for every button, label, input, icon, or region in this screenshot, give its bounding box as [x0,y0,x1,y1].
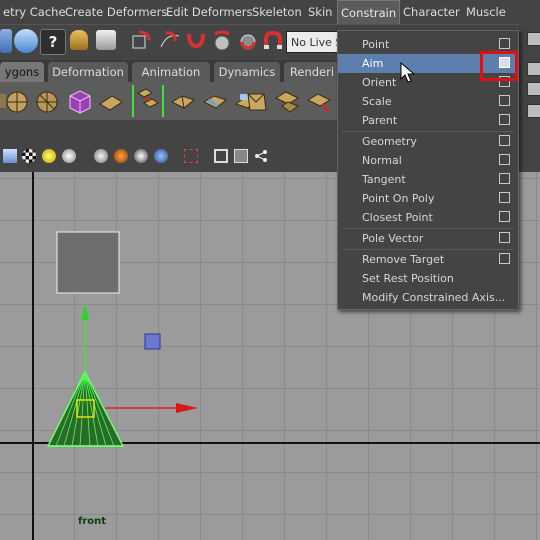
poly-sphere-alt-icon[interactable] [34,88,60,114]
extrude-icon[interactable] [244,88,270,114]
menu-muscle[interactable]: Muscle [463,0,509,24]
xray-icon[interactable] [94,149,108,163]
menu-item-label: Pole Vector [362,232,424,245]
cone-mesh [46,370,125,447]
shaded-sphere-icon[interactable] [62,149,76,163]
tab-polygons[interactable]: ygons [0,62,44,82]
menu-skin[interactable]: Skin [305,0,335,24]
mouse-cursor-icon [400,62,416,83]
menu-item-tangent[interactable]: Tangent [338,170,518,189]
menu-item-label: Set Rest Position [362,272,454,285]
menu-item-label: Modify Constrained Axis... [362,291,506,304]
main-menu-bar: etry Cache Create Deformers Edit Deforme… [0,0,540,25]
split-polygon-icon[interactable] [306,88,332,114]
option-box[interactable] [499,211,510,222]
right-panel-strip [519,24,540,120]
option-box[interactable] [499,114,510,125]
lighting-icon[interactable] [42,149,56,163]
menu-item-label: Point [362,38,390,51]
menu-item-label: Closest Point [362,211,433,224]
menu-item-set-rest-position[interactable]: Set Rest Position [338,269,518,288]
menu-item-label: Point On Poly [362,192,435,205]
aim-option-box-highlight [480,51,518,81]
menu-constrain[interactable]: Constrain [337,0,401,25]
poly-plane-icon[interactable] [98,88,124,114]
menu-item-label: Normal [362,154,402,167]
x-axis-arrow [176,403,198,413]
magnet-snap-icon[interactable] [262,30,284,52]
magnet-icon[interactable] [0,29,12,53]
option-box[interactable] [499,95,510,106]
option-box[interactable] [499,192,510,203]
panel-toggle-4[interactable] [527,104,540,118]
menu-create-deformers[interactable]: Create Deformers [62,0,170,24]
combine-icon[interactable] [132,85,164,117]
menu-item-label: Orient [362,76,397,89]
viewport-camera-label: front [78,516,107,527]
menu-item-label: Remove Target [362,253,445,266]
xray-active-icon[interactable] [234,149,248,163]
hierarchy-icon[interactable] [254,149,268,163]
menu-skeleton[interactable]: Skeleton [249,0,305,24]
lock-icon[interactable] [70,30,88,50]
menu-edit-deformers[interactable]: Edit Deformers [163,0,255,24]
menu-item-geometry[interactable]: Geometry [338,132,518,151]
menu-geometry-cache[interactable]: etry Cache [0,0,69,24]
texture-checker-icon[interactable] [22,149,36,163]
snap-grid-icon[interactable] [131,30,155,52]
menu-item-label: Geometry [362,135,417,148]
option-box[interactable] [499,154,510,165]
option-box[interactable] [499,173,510,184]
menu-item-label: Aim [362,57,384,70]
isolate-select-icon[interactable] [184,149,198,163]
menu-item-scale[interactable]: Scale [338,92,518,111]
extract-icon[interactable] [170,88,196,114]
blue-locator [144,333,161,350]
menu-item-label: Scale [362,95,392,108]
menu-item-pole-vector[interactable]: Pole Vector [338,229,518,248]
xray-joints-icon[interactable] [214,149,228,163]
panel-toggle-1[interactable] [527,32,540,46]
wireframe-cube-icon[interactable] [3,149,17,163]
menu-item-remove-target[interactable]: Remove Target [338,250,518,269]
smooth-icon[interactable] [202,88,228,114]
panel-toggle-3[interactable] [527,82,540,96]
help-icon[interactable]: ? [40,29,66,55]
append-polygon-icon[interactable] [274,88,300,114]
poly-cube-purple-icon[interactable] [66,88,92,114]
tab-rendering[interactable]: Renderi [284,62,340,82]
panel-toggle-2[interactable] [527,62,540,76]
option-box[interactable] [499,38,510,49]
option-box[interactable] [499,253,510,264]
snap-curve-magnet-icon[interactable] [158,30,182,52]
shadow-icon[interactable] [114,149,128,163]
snap-curve-icon[interactable] [14,29,38,53]
option-box[interactable] [499,232,510,243]
tab-deformation[interactable]: Deformation [48,62,128,82]
menu-item-label: Tangent [362,173,406,186]
select-by-component-icon[interactable] [96,30,116,50]
y-axis-arrow [81,302,89,320]
ambient-occlusion-icon[interactable] [134,149,148,163]
menu-item-modify-constrained-axis[interactable]: Modify Constrained Axis... [338,288,518,307]
menu-item-closest-point[interactable]: Closest Point [338,208,518,227]
menu-character[interactable]: Character [400,0,463,24]
tab-dynamics[interactable]: Dynamics [214,62,280,82]
motion-blur-icon[interactable] [154,149,168,163]
option-box[interactable] [499,135,510,146]
menu-item-normal[interactable]: Normal [338,151,518,170]
poly-sphere-icon[interactable] [4,88,30,114]
menu-item-label: Parent [362,114,398,127]
tab-animation[interactable]: Animation [132,62,210,82]
snap-view-plane-icon[interactable] [210,30,234,52]
target-square [56,231,120,294]
make-live-icon[interactable] [236,30,260,52]
snap-point-icon[interactable] [184,30,208,52]
menu-item-parent[interactable]: Parent [338,111,518,130]
menu-item-point-on-poly[interactable]: Point On Poly [338,189,518,208]
